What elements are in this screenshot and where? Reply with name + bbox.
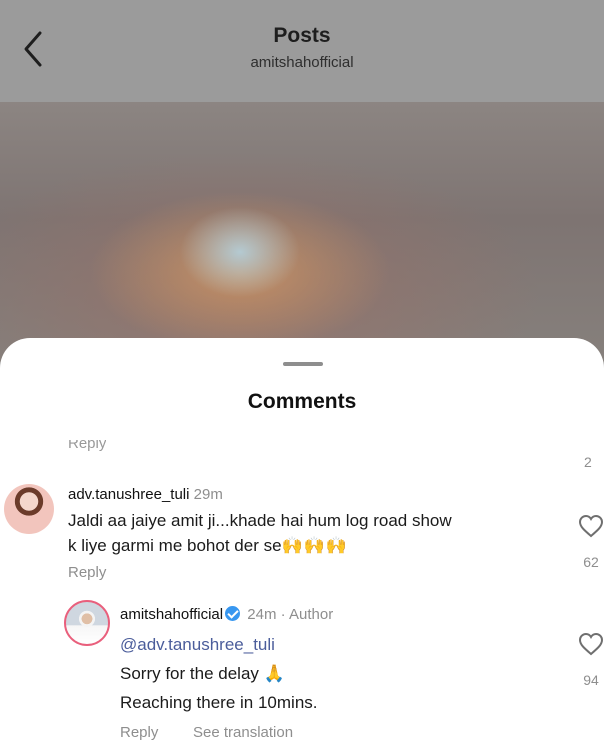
mention-link[interactable]: @adv.tanushree_tuli [120,630,318,659]
post-image [0,102,604,362]
comments-title: Comments [247,390,357,413]
previous-like-count: 2 [584,454,592,470]
comment-line-text: k liye garmi me bohot der se [68,536,282,555]
account-subtitle[interactable]: amitshahofficial [0,54,604,71]
reply-header: amitshahofficial 24m · Author [120,606,333,623]
separator-dot: · [280,606,286,623]
comment-text: Jaldi aa jaiye amit ji...khade hai hum l… [68,508,452,558]
sheet-drag-handle[interactable] [283,362,323,366]
comments-sheet: Comments Reply 2 adv.tanushree_tuli 29m … [0,338,604,750]
reply-line: Sorry for the delay 🙏 [120,659,318,688]
comment-header: adv.tanushree_tuli 29m [68,486,223,503]
comment-line: Jaldi aa jaiye amit ji...khade hai hum l… [68,511,452,530]
top-bar: Posts amitshahofficial [0,0,604,102]
reply-time: 24m [247,606,277,623]
reply-line-text: Sorry for the delay [120,664,259,683]
previous-reply-link[interactable]: Reply [68,440,106,454]
comment-line-2: k liye garmi me bohot der se🙌🙌🙌 [68,533,452,558]
reply-text: @adv.tanushree_tuli Sorry for the delay … [120,630,318,717]
raising-hands-emoji: 🙌🙌🙌 [281,536,349,555]
reply-username[interactable]: amitshahofficial [120,606,223,623]
folded-hands-emoji: 🙏 [263,664,285,683]
avatar-with-story-ring[interactable] [64,600,110,646]
reply-button[interactable]: Reply [68,564,106,581]
author-badge: Author [289,606,334,623]
reply-line-2: Reaching there in 10mins. [120,693,318,712]
page-title: Posts [273,24,331,47]
comment-username[interactable]: adv.tanushree_tuli [68,486,189,503]
reply-like-count: 94 [583,672,599,688]
instagram-comments-screen: Posts amitshahofficial Comments Reply 2 … [0,0,604,750]
avatar[interactable] [4,484,54,534]
see-translation-button[interactable]: See translation [193,724,293,741]
verified-badge-icon [225,606,241,621]
heart-outline-icon[interactable] [578,632,604,656]
comment-time: 29m [193,486,223,503]
heart-outline-icon[interactable] [578,514,604,538]
reply-button[interactable]: Reply [120,724,158,741]
comment-like-count: 62 [583,554,599,570]
